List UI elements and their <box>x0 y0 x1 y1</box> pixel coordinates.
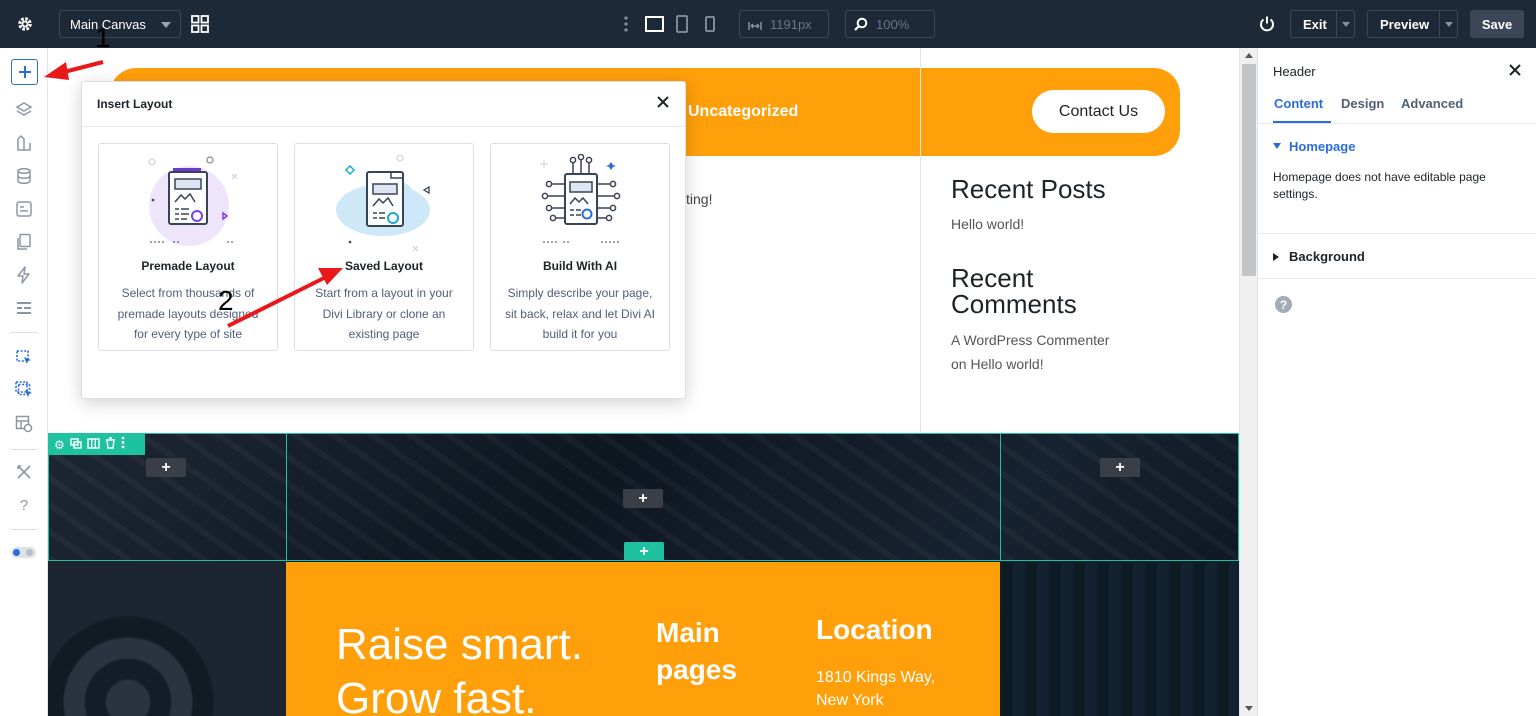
annotation-label-2: 2 <box>218 285 234 316</box>
annotation-label-1: 1 <box>95 22 111 53</box>
annotation-arrow-2 <box>227 275 327 328</box>
annotation-arrow-1-head <box>44 62 69 80</box>
annotation-arrows <box>44 60 343 328</box>
annotation-arrow-2-head <box>318 268 343 285</box>
